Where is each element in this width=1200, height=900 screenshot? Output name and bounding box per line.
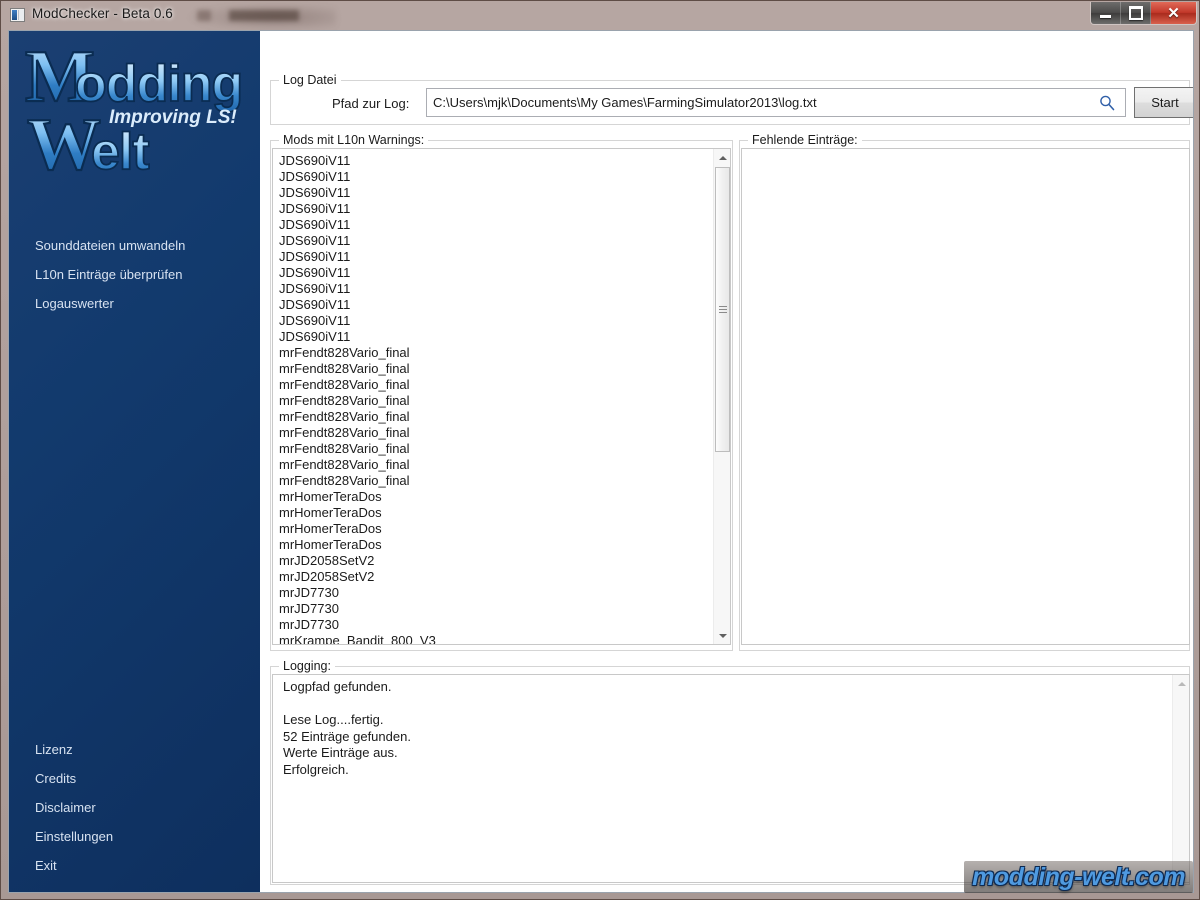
log-scroll-up-icon[interactable]: [1173, 675, 1189, 692]
mods-list-item[interactable]: mrFendt828Vario_final: [279, 409, 713, 425]
start-button[interactable]: Start: [1134, 87, 1193, 118]
mods-list-item[interactable]: JDS690iV11: [279, 233, 713, 249]
mods-list-item[interactable]: JDS690iV11: [279, 185, 713, 201]
mods-list-item[interactable]: mrHomerTeraDos: [279, 521, 713, 537]
mods-list-item[interactable]: mrJD2058SetV2: [279, 569, 713, 585]
mods-list-rows: JDS690iV11 JDS690iV11 JDS690iV11 JDS690iV11…: [273, 149, 713, 644]
logging-line: Lese Log....fertig.: [283, 712, 384, 727]
logging-legend: Logging:: [279, 659, 335, 673]
mods-listbox[interactable]: JDS690iV11 JDS690iV11 JDS690iV11 JDS690iV11…: [272, 148, 731, 645]
sidebar-nav-bottom: Lizenz Credits Disclaimer Einstellungen …: [9, 735, 260, 880]
mods-list-item[interactable]: mrKrampe_Bandit_800_V3: [279, 633, 713, 644]
missing-entries-legend: Fehlende Einträge:: [748, 133, 862, 147]
scroll-down-icon[interactable]: [714, 627, 730, 644]
scrollbar-grip-icon: [719, 305, 727, 314]
sidebar-item-credits[interactable]: Credits: [9, 764, 260, 793]
sidebar: M odding W elt Improving LS! Sounddateie…: [9, 31, 260, 892]
log-file-legend: Log Datei: [279, 73, 341, 87]
sidebar-item-exit[interactable]: Exit: [9, 851, 260, 880]
mods-list-item[interactable]: JDS690iV11: [279, 249, 713, 265]
minimize-button[interactable]: [1091, 2, 1121, 24]
path-label: Pfad zur Log:: [332, 96, 410, 111]
mods-list-item[interactable]: JDS690iV11: [279, 169, 713, 185]
watermark: modding-welt.com: [964, 861, 1193, 893]
sidebar-nav-top: Sounddateien umwandeln L10n Einträge übe…: [9, 231, 260, 318]
main-panel: Log Datei Pfad zur Log: Start Mods mit L…: [260, 31, 1193, 892]
close-icon: ✕: [1167, 5, 1180, 22]
sidebar-item-sounddateien-umwandeln[interactable]: Sounddateien umwandeln: [9, 231, 260, 260]
mods-list-item[interactable]: mrFendt828Vario_final: [279, 361, 713, 377]
mods-list-item[interactable]: mrFendt828Vario_final: [279, 393, 713, 409]
missing-entries-listbox[interactable]: [741, 148, 1190, 645]
logging-textbox[interactable]: Logpfad gefunden. Lese Log....fertig. 52 …: [272, 674, 1190, 883]
logging-scrollbar[interactable]: [1172, 675, 1189, 882]
close-button[interactable]: ✕: [1151, 2, 1196, 24]
mods-list-item[interactable]: mrJD7730: [279, 585, 713, 601]
app-icon: [10, 8, 25, 22]
svg-text:W: W: [27, 104, 101, 186]
mods-list-item[interactable]: mrHomerTeraDos: [279, 489, 713, 505]
logging-lines: Logpfad gefunden. Lese Log....fertig. 52 …: [273, 675, 1172, 882]
mods-list-item[interactable]: JDS690iV11: [279, 265, 713, 281]
mods-list-item[interactable]: mrHomerTeraDos: [279, 537, 713, 553]
svg-text:Improving LS!: Improving LS!: [109, 107, 237, 128]
window-controls: ✕: [1090, 2, 1197, 25]
svg-text:elt: elt: [91, 123, 149, 181]
logging-line: Logpfad gefunden.: [283, 679, 392, 694]
mods-scrollbar-thumb[interactable]: [715, 167, 730, 452]
mods-list-item[interactable]: mrFendt828Vario_final: [279, 473, 713, 489]
client-area: M odding W elt Improving LS! Sounddateie…: [8, 30, 1194, 893]
maximize-button[interactable]: [1121, 2, 1151, 24]
title-bar[interactable]: ModChecker - Beta 0.6 ✕: [1, 1, 1199, 30]
mods-list-item[interactable]: mrFendt828Vario_final: [279, 457, 713, 473]
missing-list-rows: [742, 149, 1172, 644]
mods-list-item[interactable]: JDS690iV11: [279, 297, 713, 313]
mods-list-item[interactable]: mrHomerTeraDos: [279, 505, 713, 521]
sidebar-item-logauswerter[interactable]: Logauswerter: [9, 289, 260, 318]
application-window: ModChecker - Beta 0.6 ✕ M odding W elt I…: [0, 0, 1200, 900]
mods-list-item[interactable]: JDS690iV11: [279, 281, 713, 297]
mods-list-item[interactable]: mrFendt828Vario_final: [279, 441, 713, 457]
modding-welt-logo: M odding W elt Improving LS!: [9, 31, 260, 203]
logging-line: [279, 696, 1172, 713]
sidebar-item-lizenz[interactable]: Lizenz: [9, 735, 260, 764]
mods-list-item[interactable]: mrFendt828Vario_final: [279, 425, 713, 441]
mods-list-item[interactable]: mrJD2058SetV2: [279, 553, 713, 569]
log-path-input[interactable]: [426, 88, 1126, 117]
mods-list-item[interactable]: JDS690iV11: [279, 313, 713, 329]
mods-scrollbar[interactable]: [713, 149, 730, 644]
logging-line: Erfolgreich.: [283, 761, 349, 777]
watermark-text: modding-welt.com: [972, 862, 1185, 891]
sidebar-item-l10n-eintraege-ueberpruefen[interactable]: L10n Einträge überprüfen: [9, 260, 260, 289]
minimize-icon: [1100, 14, 1111, 18]
logging-line: Werte Einträge aus.: [283, 745, 398, 760]
mods-list-item[interactable]: JDS690iV11: [279, 201, 713, 217]
maximize-icon: [1128, 6, 1143, 20]
sidebar-item-einstellungen[interactable]: Einstellungen: [9, 822, 260, 851]
mods-list-item[interactable]: JDS690iV11: [279, 329, 713, 345]
search-icon[interactable]: [1098, 94, 1116, 112]
mods-list-item[interactable]: mrFendt828Vario_final: [279, 345, 713, 361]
mods-list-item[interactable]: JDS690iV11: [279, 217, 713, 233]
mods-list-item[interactable]: mrFendt828Vario_final: [279, 377, 713, 393]
window-title: ModChecker - Beta 0.6: [32, 6, 173, 21]
scroll-up-icon[interactable]: [714, 149, 730, 166]
mods-list-item[interactable]: mrJD7730: [279, 617, 713, 633]
mods-list-item[interactable]: JDS690iV11: [279, 153, 713, 169]
sidebar-item-disclaimer[interactable]: Disclaimer: [9, 793, 260, 822]
mods-legend: Mods mit L10n Warnings:: [279, 133, 429, 147]
mods-list-item[interactable]: mrJD7730: [279, 601, 713, 617]
logging-line: 52 Einträge gefunden.: [283, 728, 411, 744]
